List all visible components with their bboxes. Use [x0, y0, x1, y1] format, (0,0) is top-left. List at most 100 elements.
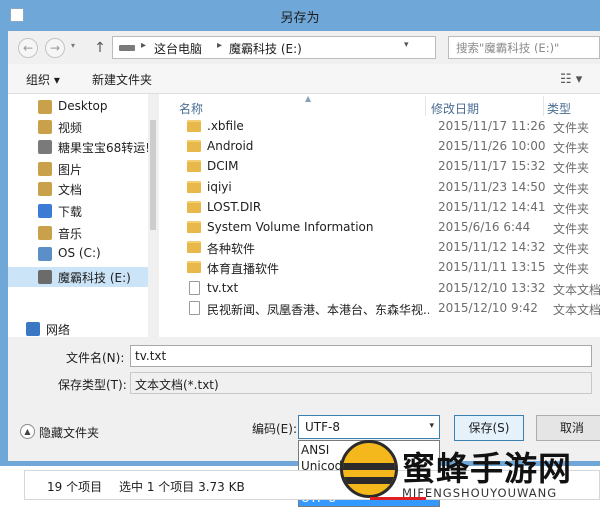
sidebar-item[interactable]: 魔霸科技 (E:)	[8, 267, 148, 287]
encoding-select[interactable]: UTF-8 ▾	[298, 415, 440, 439]
drive-icon	[119, 45, 135, 51]
sidebar-item[interactable]: 网络	[8, 319, 136, 337]
sidebar-item[interactable]: 文档	[8, 179, 148, 199]
file-type: 文件夹	[553, 201, 590, 216]
file-name: LOST.DIR	[207, 199, 262, 214]
back-button[interactable]: ←	[18, 38, 38, 58]
column-modified[interactable]: 修改日期	[431, 100, 479, 117]
file-name: System Volume Information	[207, 220, 374, 234]
sidebar-item-label: 音乐	[58, 227, 83, 241]
up-arrow-icon[interactable]: ↑	[92, 38, 108, 58]
forward-button[interactable]: →	[45, 38, 65, 58]
file-date: 2015/11/23 14:50	[438, 179, 546, 194]
command-bar: 组织 ▾ 新建文件夹 ☷ ▾	[8, 64, 600, 94]
title-bar[interactable]: 另存为	[0, 0, 600, 31]
file-row[interactable]: tv.txt 2015/12/10 13:32 文本文档	[159, 279, 600, 299]
column-divider[interactable]	[425, 96, 426, 116]
scrollbar-thumb[interactable]	[150, 120, 156, 230]
windows-drive-icon	[38, 247, 52, 261]
item-count: 19 个项目	[47, 480, 103, 494]
search-placeholder: 搜索"魔霸科技 (E:)"	[456, 41, 560, 55]
filetype-select[interactable]: 文本文档(*.txt)	[130, 372, 592, 394]
folder-icon	[187, 180, 201, 193]
column-divider[interactable]	[543, 96, 544, 116]
file-row[interactable]: 体育直播软件 2015/11/11 13:15 文件夹	[159, 258, 600, 278]
file-name: DCIM	[207, 159, 239, 174]
hide-folders-label[interactable]: 隐藏文件夹	[39, 424, 99, 441]
chevron-right-icon[interactable]: ▸	[217, 40, 222, 51]
drive-icon	[38, 270, 52, 284]
file-date: 2015/11/17 15:32	[438, 159, 546, 174]
sidebar-item-label: Desktop	[58, 99, 108, 113]
file-row[interactable]: DCIM 2015/11/17 15:32 文件夹	[159, 157, 600, 177]
sidebar-item-label: 糖果宝宝68转运!	[58, 141, 151, 155]
file-name: 民视新闻、凤凰香港、本港台、东森华视...	[207, 302, 429, 317]
download-folder-icon	[38, 204, 52, 218]
file-type: 文件夹	[553, 242, 590, 257]
sidebar-item[interactable]: 图片	[8, 159, 148, 179]
sidebar-item[interactable]: 下载	[8, 201, 148, 221]
bee-stripe	[343, 463, 395, 470]
file-type: 文件夹	[553, 262, 590, 277]
recent-locations-chevron-icon[interactable]: ▾	[71, 41, 75, 50]
cancel-button[interactable]: 取消	[536, 415, 600, 441]
file-row[interactable]: iqiyi 2015/11/23 14:50 文件夹	[159, 178, 600, 198]
search-input[interactable]: 搜索"魔霸科技 (E:)"	[448, 36, 600, 59]
filetype-value: 文本文档(*.txt)	[135, 378, 219, 392]
dialog-body: ← → ▾ ↑ ▸ 这台电脑 ▸ 魔霸科技 (E:) ▾ ↻ 搜索"魔霸科技 (…	[8, 31, 600, 507]
breadcrumb-this-pc[interactable]: 这台电脑	[154, 40, 202, 57]
file-type: 文件夹	[553, 222, 590, 236]
filename-label: 文件名(N):	[66, 351, 125, 365]
view-options-icon[interactable]: ☷ ▾	[560, 72, 582, 87]
file-row[interactable]: 各种软件 2015/11/12 14:32 文件夹	[159, 238, 600, 258]
sidebar-item[interactable]: OS (C:)	[8, 244, 148, 264]
column-type[interactable]: 类型	[547, 100, 571, 117]
sidebar-item-label: 视频	[58, 121, 83, 135]
file-type: 文件夹	[553, 181, 590, 196]
file-date: 2015/11/11 13:15	[438, 260, 546, 275]
watermark-subtitle: MIFENGSHOUYOUWANG	[402, 486, 558, 500]
file-row[interactable]: .xbfile 2015/11/17 11:26 文件夹	[159, 117, 600, 137]
folder-icon	[187, 200, 201, 213]
file-name: iqiyi	[207, 179, 232, 194]
column-name[interactable]: 名称	[179, 100, 203, 117]
file-name: 各种软件	[207, 242, 256, 257]
new-folder-button[interactable]: 新建文件夹	[92, 71, 152, 88]
filename-field[interactable]: tv.txt	[130, 345, 592, 367]
address-bar[interactable]: ▸ 这台电脑 ▸ 魔霸科技 (E:) ▾ ↻	[112, 36, 532, 59]
sidebar-item[interactable]: 视频	[8, 117, 148, 137]
sidebar-item-label: 图片	[58, 163, 83, 177]
file-date: 2015/12/10 13:32	[438, 280, 546, 295]
sidebar-item[interactable]: Desktop	[8, 97, 148, 117]
navigation-scrollbar[interactable]	[148, 94, 158, 337]
breadcrumb-drive-e[interactable]: 魔霸科技 (E:)	[229, 40, 302, 57]
sidebar-item[interactable]: 音乐	[8, 223, 148, 243]
organize-button[interactable]: 组织 ▾	[26, 71, 60, 88]
filetype-label: 保存类型(T):	[58, 378, 127, 392]
bee-logo-icon	[340, 440, 398, 498]
folder-icon	[187, 140, 201, 153]
file-row[interactable]: 民视新闻、凤凰香港、本港台、东森华视... 2015/12/10 9:42 文本文档	[159, 299, 600, 319]
file-date: 2015/11/17 11:26	[438, 119, 546, 133]
folder-icon	[187, 241, 201, 254]
file-date: 2015/12/10 9:42	[438, 300, 538, 315]
file-name: Android	[207, 139, 254, 154]
navigation-pane: Desktop 视频糖果宝宝68转运! 图片文档 下载音乐 OS (C:) 魔霸科技 (E…	[8, 94, 158, 337]
file-name: tv.txt	[207, 280, 239, 295]
save-as-dialog: 另存为 ← → ▾ ↑ ▸ 这台电脑 ▸ 魔霸科技 (E:) ▾ ↻ 搜索"魔霸…	[0, 0, 600, 507]
save-button[interactable]: 保存(S)	[454, 415, 524, 441]
file-row[interactable]: LOST.DIR 2015/11/12 14:41 文件夹	[159, 198, 600, 218]
file-row[interactable]: Android 2015/11/26 10:00 文件夹	[159, 137, 600, 157]
file-type: 文本文档	[553, 302, 600, 317]
sort-ascending-icon: ▲	[305, 94, 312, 103]
address-dropdown-icon[interactable]: ▾	[404, 40, 409, 50]
sidebar-item[interactable]: 糖果宝宝68转运!	[8, 137, 151, 157]
desktop-icon	[38, 100, 52, 114]
chevron-right-icon[interactable]: ▸	[141, 40, 146, 51]
picture-folder-icon	[38, 162, 52, 176]
text-file-icon	[189, 280, 200, 295]
chevron-up-icon[interactable]: ▲	[20, 424, 35, 439]
folder-icon	[187, 120, 201, 132]
file-row[interactable]: System Volume Information 2015/6/16 6:44 文…	[159, 218, 600, 238]
chevron-down-icon[interactable]: ▾	[429, 421, 434, 431]
